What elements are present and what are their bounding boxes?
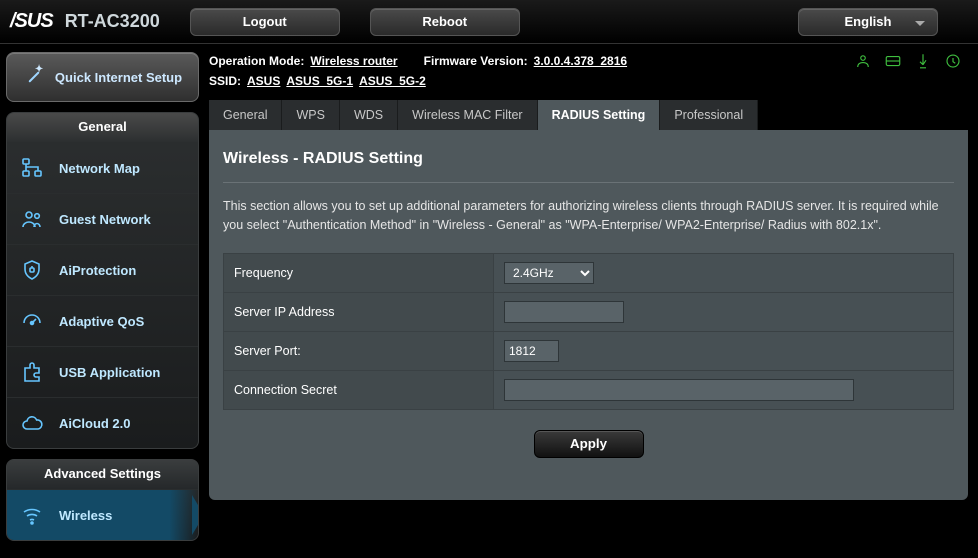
frequency-label: Frequency <box>224 253 494 292</box>
fw-label: Firmware Version: <box>424 54 528 68</box>
sidebar-item-aicloud[interactable]: AiCloud 2.0 <box>7 397 198 448</box>
row-server-port: Server Port: <box>224 331 954 370</box>
tab-radius-setting[interactable]: RADIUS Setting <box>538 100 661 130</box>
sidebar-item-label: AiCloud 2.0 <box>59 416 131 431</box>
sidebar-item-label: AiProtection <box>59 263 136 278</box>
sidebar-item-wireless[interactable]: Wireless <box>7 489 198 540</box>
server-port-label: Server Port: <box>224 331 494 370</box>
server-ip-label: Server IP Address <box>224 292 494 331</box>
connection-secret-input[interactable] <box>504 379 854 401</box>
sidebar-item-label: Wireless <box>59 508 112 523</box>
sidebar-item-adaptive-qos[interactable]: Adaptive QoS <box>7 295 198 346</box>
guest-network-icon <box>19 206 45 232</box>
general-panel: General Network Map Guest Network AiProt… <box>6 112 199 449</box>
ssid-1[interactable]: ASUS_5G-1 <box>286 74 353 88</box>
advanced-heading: Advanced Settings <box>7 460 198 489</box>
opmode-label: Operation Mode: <box>209 54 304 68</box>
usb-icon[interactable] <box>914 52 932 70</box>
server-port-input[interactable] <box>504 340 559 362</box>
model-name: RT-AC3200 <box>65 11 190 32</box>
tab-professional[interactable]: Professional <box>660 100 758 130</box>
fw-link[interactable]: 3.0.0.4.378_2816 <box>534 54 627 68</box>
client-icon[interactable] <box>854 52 872 70</box>
puzzle-icon <box>19 359 45 385</box>
cloud-icon <box>19 410 45 436</box>
connection-secret-label: Connection Secret <box>224 370 494 409</box>
settings-table: Frequency 2.4GHz Server IP Address Serve… <box>223 253 954 410</box>
top-bar: /SUS RT-AC3200 Logout Reboot English <box>0 0 978 44</box>
sidebar-item-network-map[interactable]: Network Map <box>7 142 198 193</box>
info-row-1: Operation Mode: Wireless router Firmware… <box>209 50 968 72</box>
status-icons <box>854 52 968 70</box>
info-row-2: SSID: ASUS ASUS_5G-1 ASUS_5G-2 <box>209 72 968 90</box>
sidebar-item-aiprotection[interactable]: AiProtection <box>7 244 198 295</box>
row-connection-secret: Connection Secret <box>224 370 954 409</box>
tab-wps[interactable]: WPS <box>282 100 339 130</box>
tab-wireless-mac-filter[interactable]: Wireless MAC Filter <box>398 100 537 130</box>
network-map-icon <box>19 155 45 181</box>
advanced-panel: Advanced Settings Wireless <box>6 459 199 541</box>
tabs: General WPS WDS Wireless MAC Filter RADI… <box>209 100 968 130</box>
server-ip-input[interactable] <box>504 301 624 323</box>
main-content: Operation Mode: Wireless router Firmware… <box>205 44 978 549</box>
sidebar-item-usb-application[interactable]: USB Application <box>7 346 198 397</box>
logout-button[interactable]: Logout <box>190 8 340 36</box>
settings-card: Wireless - RADIUS Setting This section a… <box>209 130 968 500</box>
internet-icon[interactable] <box>884 52 902 70</box>
sidebar-item-label: Guest Network <box>59 212 151 227</box>
ssid-0[interactable]: ASUS <box>247 74 280 88</box>
brand-logo: /SUS <box>10 10 65 33</box>
apply-button[interactable]: Apply <box>534 430 644 458</box>
row-frequency: Frequency 2.4GHz <box>224 253 954 292</box>
shield-icon <box>19 257 45 283</box>
reboot-button[interactable]: Reboot <box>370 8 520 36</box>
tab-general[interactable]: General <box>209 100 282 130</box>
sidebar-item-label: Adaptive QoS <box>59 314 144 329</box>
general-heading: General <box>7 113 198 142</box>
ssid-label: SSID: <box>209 74 241 88</box>
tab-wds[interactable]: WDS <box>340 100 398 130</box>
frequency-select[interactable]: 2.4GHz <box>504 262 594 284</box>
sidebar-item-label: Network Map <box>59 161 140 176</box>
sidebar: Quick Internet Setup General Network Map… <box>0 44 205 549</box>
security-status-icon[interactable] <box>944 52 962 70</box>
language-select[interactable]: English <box>798 8 938 36</box>
sidebar-item-label: USB Application <box>59 365 160 380</box>
card-description: This section allows you to set up additi… <box>223 183 954 253</box>
wireless-icon <box>19 502 45 528</box>
wand-icon <box>23 66 45 88</box>
sidebar-item-guest-network[interactable]: Guest Network <box>7 193 198 244</box>
card-title: Wireless - RADIUS Setting <box>223 144 954 183</box>
opmode-link[interactable]: Wireless router <box>310 54 397 68</box>
qis-label: Quick Internet Setup <box>55 70 182 85</box>
quick-internet-setup-button[interactable]: Quick Internet Setup <box>6 52 199 102</box>
ssid-2[interactable]: ASUS_5G-2 <box>359 74 426 88</box>
qos-icon <box>19 308 45 334</box>
row-server-ip: Server IP Address <box>224 292 954 331</box>
